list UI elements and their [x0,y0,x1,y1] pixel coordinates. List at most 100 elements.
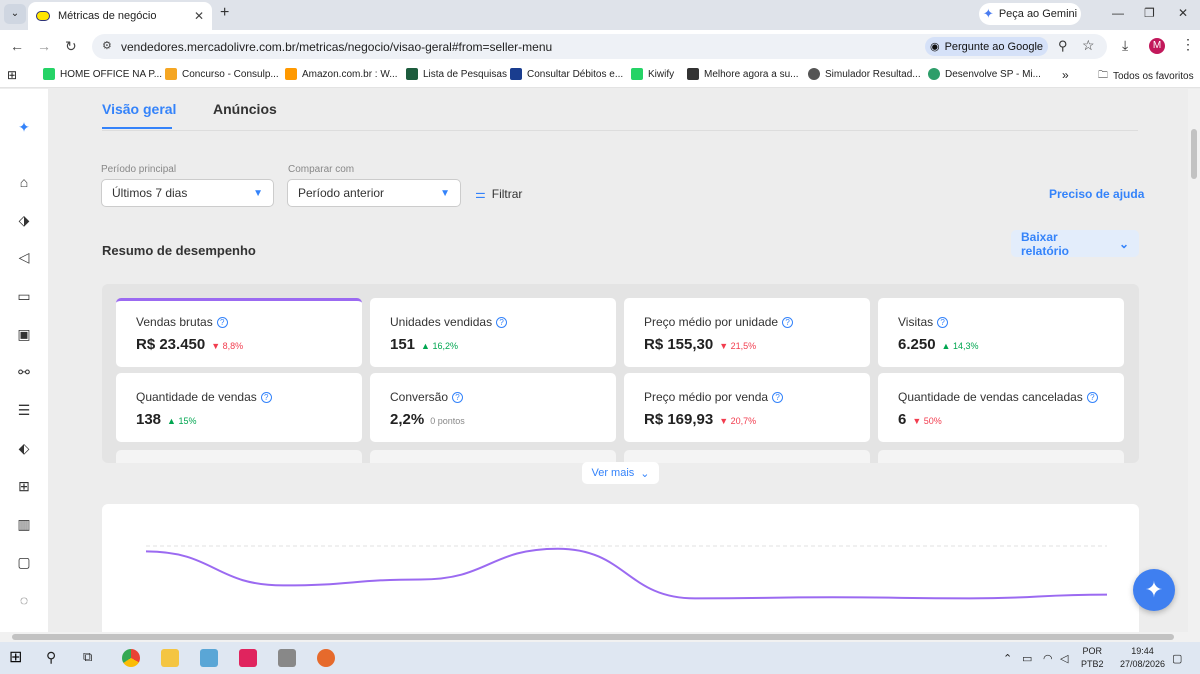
site-info-icon[interactable]: ⚙ [102,39,112,52]
metric-delta: ▲ 15% [167,416,197,426]
battery-icon[interactable]: ▭ [1022,652,1032,665]
search-icon[interactable]: ⚲ [46,649,64,667]
reload-icon[interactable]: ↻ [65,38,77,55]
activity-app-icon[interactable] [239,649,257,667]
forward-icon[interactable]: → [37,38,51,54]
horizontal-scrollbar[interactable] [0,632,1200,642]
browser-tab[interactable]: Métricas de negócio ✕ [28,2,212,30]
windows-start-icon[interactable]: ⊞ [9,649,27,667]
minimize-icon[interactable]: — [1112,6,1124,20]
price-tag-icon[interactable]: ⬖ [14,438,34,458]
handshake-icon[interactable]: ⚯ [14,362,34,382]
info-icon[interactable]: ? [772,391,784,403]
close-window-icon[interactable]: ✕ [1178,6,1188,20]
notifications-icon[interactable]: ▢ [1172,652,1182,665]
download-icon[interactable]: ⤓ [1122,37,1128,54]
info-icon[interactable]: ? [216,316,228,328]
megaphone-icon[interactable]: ◁ [14,247,34,267]
chevron-down-icon: ⌄ [1118,236,1129,251]
filter-button[interactable]: ⚌ Filtrar [475,187,522,201]
browser-tab-strip: ⌄ Métricas de negócio ✕ + ✦ Peça ao Gemi… [0,0,1200,30]
tab-overview[interactable]: Visão geral [102,101,176,117]
bookmark-item[interactable]: Consultar Débitos e... [510,68,623,80]
metric-card[interactable]: Quantidade de vendas? 138 ▲ 15% [116,373,362,442]
vertical-scrollbar[interactable] [1188,89,1200,634]
bookmark-label: Concurso - Consulp... [182,68,279,80]
zoom-icon[interactable]: ⚲ [1058,38,1068,54]
scrollbar-thumb[interactable] [1191,129,1197,179]
bookmark-item[interactable]: Melhore agora a su... [687,68,799,80]
info-icon[interactable]: ? [1086,391,1098,403]
clock-time: 19:44 [1131,646,1154,656]
lens-icon: ◉ [929,41,940,53]
menu-kebab-icon[interactable]: ⋮ [1181,36,1195,53]
tray-chevron-icon[interactable]: ⌃ [1003,652,1012,665]
info-icon[interactable]: ? [260,391,272,403]
tag-icon[interactable]: ⬗ [14,210,34,230]
video-icon[interactable]: ⊞ [14,476,34,496]
file-explorer-icon[interactable] [161,649,179,667]
close-tab-icon[interactable]: ✕ [194,9,204,23]
bookmark-item[interactable]: Lista de Pesquisas [406,68,507,80]
bookmark-item[interactable]: HOME OFFICE NA P... [43,68,162,80]
metric-card[interactable]: Preço médio por unidade? R$ 155,30 ▼ 21,5… [624,298,870,367]
calendar-icon[interactable]: ▣ [14,324,34,344]
see-more-button[interactable]: Ver mais ⌄ [582,462,659,484]
bookmark-item[interactable]: Desenvolve SP - Mi... [928,68,1041,80]
url-text[interactable]: vendedores.mercadolivre.com.br/metricas/… [121,40,552,54]
apps-grid-icon[interactable]: ⊞ [7,68,17,82]
gemini-button[interactable]: ✦ Peça ao Gemini [979,3,1081,25]
bookmark-item[interactable]: Kiwify [631,68,674,80]
list-icon[interactable]: ☰ [14,400,34,420]
download-report-button[interactable]: Baixar relatório ⌄ [1011,230,1139,258]
tab-ads[interactable]: Anúncios [213,101,277,117]
metric-value: 6.250 [898,336,936,353]
omnibox[interactable]: ⚙ vendedores.mercadolivre.com.br/metrica… [92,34,1107,59]
wifi-icon[interactable]: ◠ [1043,652,1053,665]
all-bookmarks[interactable]: 🗀 Todos os favoritos [1098,68,1194,85]
metric-delta-value: 14,3% [952,341,979,351]
bookmark-item[interactable]: Amazon.com.br : W... [285,68,398,80]
app-icon[interactable] [200,649,218,667]
app-icon[interactable] [278,649,296,667]
compare-select[interactable]: Período anterior ▼ [287,179,461,207]
support-chat-icon[interactable]: ◌ [14,590,34,610]
chat-icon[interactable]: ▭ [14,286,34,306]
bookmark-item[interactable]: Simulador Resultad... [808,68,921,80]
period-select[interactable]: Últimos 7 dias ▼ [101,179,274,207]
new-tab-icon[interactable]: + [220,4,229,22]
sparkle-icon[interactable]: ✦ [14,117,34,137]
metric-card[interactable]: Quantidade de vendas canceladas? 6 ▼ 50% [878,373,1124,442]
sparkle-icon: ✦ [1144,577,1164,602]
metric-card[interactable]: Preço médio por venda? R$ 169,93 ▼ 20,7% [624,373,870,442]
avatar[interactable]: M [1149,38,1165,54]
metric-card[interactable]: Vendas brutas? R$ 23.450 ▼ 8,8% [116,298,362,367]
info-icon[interactable]: ? [496,316,508,328]
back-icon[interactable]: ← [10,38,24,54]
help-link[interactable]: Preciso de ajuda [1049,187,1144,201]
info-icon[interactable]: ? [782,316,794,328]
ask-google-label: Pergunte ao Google [944,40,1044,53]
bar-chart-icon[interactable]: ▥ [14,514,34,534]
bookmark-item[interactable]: Concurso - Consulp... [165,68,279,80]
language-indicator[interactable]: POR PTB2 [1081,645,1104,671]
system-clock[interactable]: 19:44 27/08/2026 [1120,645,1165,671]
metric-card[interactable]: Unidades vendidas? 151 ▲ 16,2% [370,298,616,367]
metric-card[interactable]: Conversão? 2,2% 0 pontos [370,373,616,442]
task-view-icon[interactable]: ⧉ [83,649,101,667]
tab-search-button[interactable]: ⌄ [4,4,26,24]
volume-icon[interactable]: ◁ [1060,652,1068,665]
monitor-icon[interactable]: ▢ [14,552,34,572]
info-icon[interactable]: ? [937,316,949,328]
restore-icon[interactable]: ❐ [1144,6,1155,20]
chrome-icon[interactable] [122,649,140,667]
info-icon[interactable]: ? [452,391,464,403]
app-icon[interactable] [317,649,335,667]
metric-card[interactable]: Visitas? 6.250 ▲ 14,3% [878,298,1124,367]
bookmark-star-icon[interactable]: ☆ [1082,37,1095,54]
ask-google-button[interactable]: ◉ Pergunte ao Google [925,37,1048,56]
home-icon[interactable]: ⌂ [14,172,34,192]
more-bookmarks-icon[interactable]: » [1062,68,1069,82]
scrollbar-thumb[interactable] [12,634,1174,640]
assistant-fab-button[interactable]: ✦ [1133,569,1175,611]
